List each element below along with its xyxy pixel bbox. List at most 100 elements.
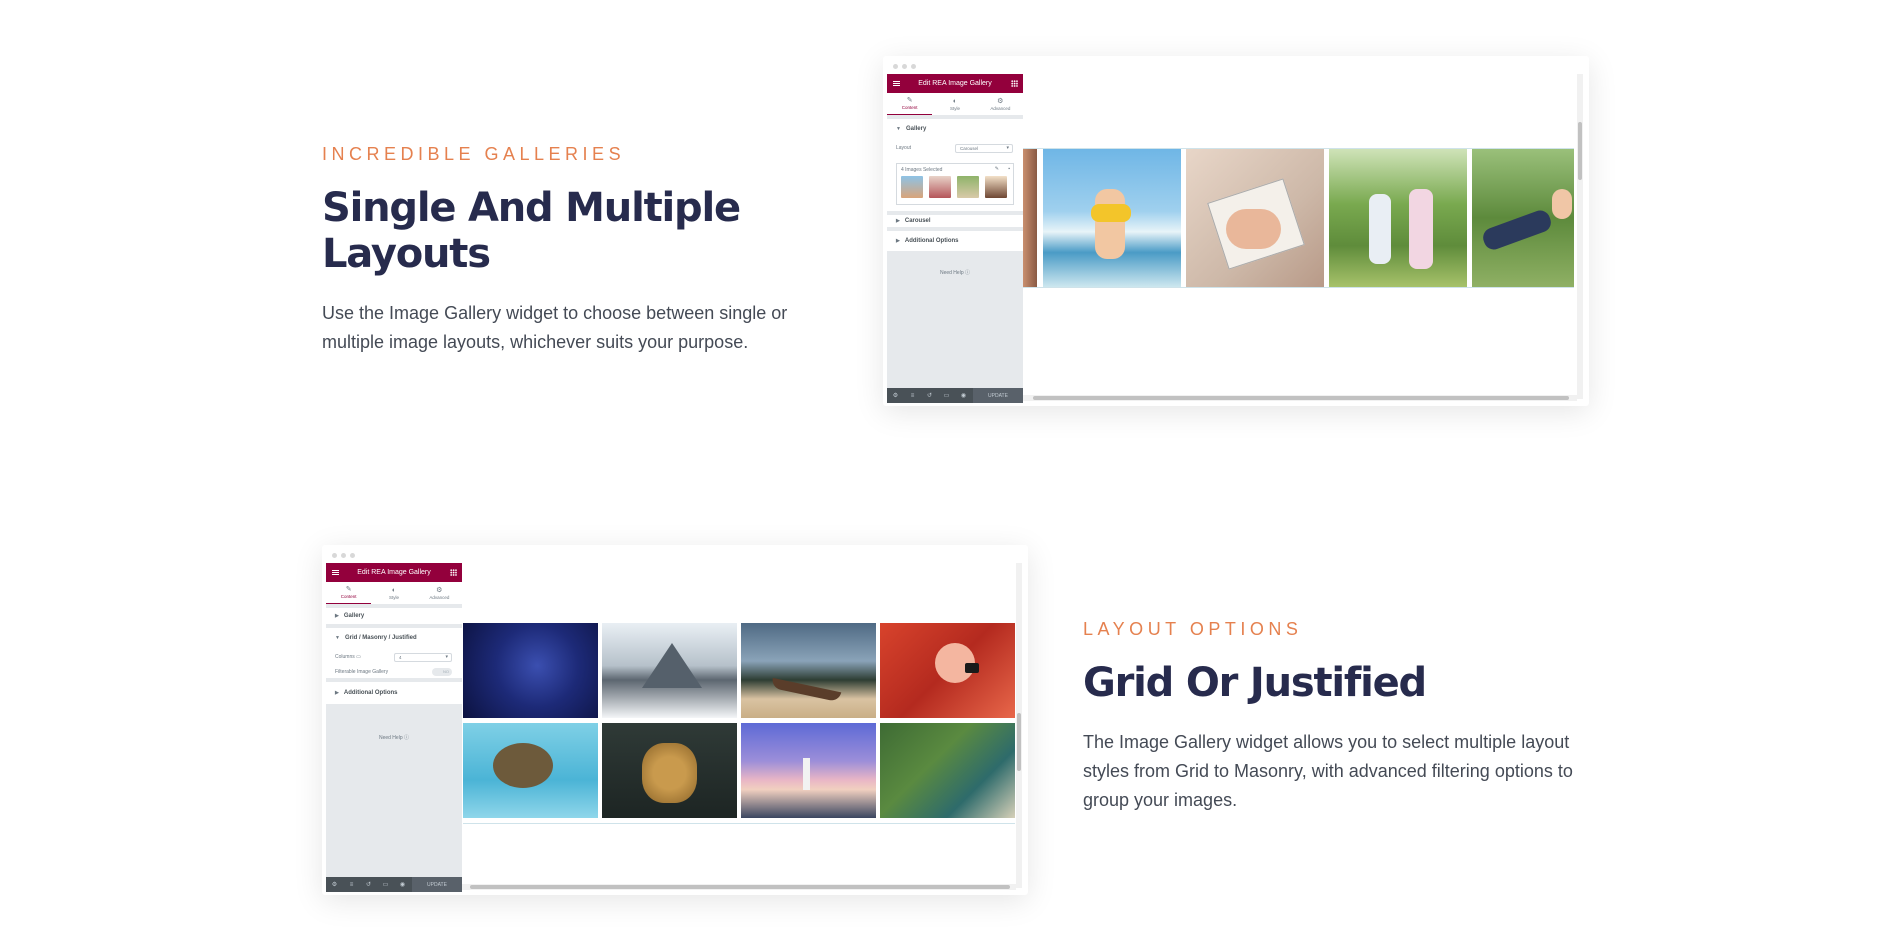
editor-screenshot-carousel: Edit REA Image Gallery ✎ Content ◐ Style ⚙… xyxy=(883,56,1589,406)
panel-footer: ⚙ ≡ ↺ ▭ ◉ UPDATE xyxy=(887,388,1023,403)
update-button[interactable]: UPDATE xyxy=(973,388,1023,403)
canvas-guide xyxy=(1023,287,1574,288)
section-grid-masonry[interactable]: ▼ Grid / Masonry / Justified xyxy=(326,628,462,648)
thumbnail[interactable] xyxy=(929,176,951,198)
image-selector[interactable]: 4 Images Selected ✎ ▪ xyxy=(896,163,1014,205)
section-eyebrow: INCREDIBLE GALLERIES xyxy=(322,144,626,164)
caret-right-icon: ▶ xyxy=(896,238,900,244)
editor-panel: Edit REA Image Gallery ✎ Content ◐ Style ⚙… xyxy=(326,563,462,892)
tab-style[interactable]: ◐ Style xyxy=(371,582,416,604)
section-single-multiple: INCREDIBLE GALLERIES Single And Multiple… xyxy=(322,144,842,357)
carousel-image-drawing[interactable] xyxy=(1186,149,1324,287)
settings-icon[interactable]: ⚙ xyxy=(887,392,904,399)
columns-label: Columns ▭ xyxy=(335,654,361,660)
monitor-icon: ▭ xyxy=(356,654,361,660)
window-dots xyxy=(893,64,916,69)
carousel-image-swing[interactable] xyxy=(1472,149,1574,287)
tab-style[interactable]: ◐ Style xyxy=(932,93,977,115)
help-circle-icon: ⓘ xyxy=(404,735,410,741)
grid-image-mountain[interactable] xyxy=(602,623,737,718)
history-icon[interactable]: ↺ xyxy=(360,881,377,888)
columns-select[interactable]: 4 xyxy=(394,652,452,662)
horizontal-scrollbar[interactable] xyxy=(462,884,1016,890)
filterable-toggle[interactable]: NO xyxy=(432,668,452,676)
help-circle-icon: ⓘ xyxy=(965,270,971,276)
grid-image-portrait[interactable] xyxy=(463,623,598,718)
editor-panel: Edit REA Image Gallery ✎ Content ◐ Style ⚙… xyxy=(887,74,1023,403)
grid-image-turtle[interactable] xyxy=(463,723,598,818)
settings-icon[interactable]: ⚙ xyxy=(326,881,343,888)
grid-image-leopard[interactable] xyxy=(602,723,737,818)
section-eyebrow: LAYOUT OPTIONS xyxy=(1083,619,1303,639)
update-button[interactable]: UPDATE xyxy=(412,877,462,892)
panel-title: Edit REA Image Gallery xyxy=(918,80,992,87)
responsive-icon[interactable]: ▭ xyxy=(377,881,394,888)
filterable-row: Filterable Image Gallery NO xyxy=(326,666,462,682)
image-thumbnails xyxy=(897,176,1013,198)
panel-title: Edit REA Image Gallery xyxy=(357,569,431,576)
layout-row: Layout Carousel xyxy=(887,139,1023,157)
panel-body: ▼Gallery Layout Carousel 4 Images Select… xyxy=(887,115,1023,251)
horizontal-scrollbar[interactable] xyxy=(1023,395,1577,401)
thumbnail[interactable] xyxy=(985,176,1007,198)
layout-select[interactable]: Carousel xyxy=(955,143,1013,153)
section-heading: Single And Multiple Layouts xyxy=(322,185,741,277)
thumbnail[interactable] xyxy=(957,176,979,198)
panel-header: Edit REA Image Gallery xyxy=(887,74,1023,93)
section-carousel[interactable]: ▶ Carousel xyxy=(887,211,1023,231)
caret-right-icon: ▶ xyxy=(896,218,900,224)
pencil-icon: ✎ xyxy=(345,586,352,593)
menu-icon[interactable] xyxy=(332,570,339,575)
tab-content[interactable]: ✎ Content xyxy=(887,93,933,115)
contrast-icon: ◐ xyxy=(952,97,958,105)
grid-image-coast[interactable] xyxy=(880,723,1015,818)
panel-tabs: ✎ Content ◐ Style ⚙ Advanced xyxy=(887,93,1023,115)
panel-footer: ⚙ ≡ ↺ ▭ ◉ UPDATE xyxy=(326,877,462,892)
menu-icon[interactable] xyxy=(893,81,900,86)
caret-right-icon: ▶ xyxy=(335,613,339,619)
tab-content[interactable]: ✎ Content xyxy=(326,582,372,604)
filterable-label: Filterable Image Gallery xyxy=(335,669,389,675)
section-gallery[interactable]: ▶ Gallery xyxy=(326,608,462,628)
responsive-icon[interactable]: ▭ xyxy=(938,392,955,399)
section-additional-options[interactable]: ▶ Additional Options xyxy=(887,231,1023,251)
pencil-icon: ✎ xyxy=(906,97,913,104)
grid-image-lighthouse[interactable] xyxy=(741,723,876,818)
grid-image-flamingo[interactable] xyxy=(880,623,1015,718)
need-help-link[interactable]: Need Help ⓘ xyxy=(326,734,462,741)
section-heading: Grid Or Justified xyxy=(1083,660,1427,706)
carousel-image-partial[interactable] xyxy=(1023,149,1037,287)
preview-icon[interactable]: ◉ xyxy=(955,392,972,399)
editor-screenshot-grid: Edit REA Image Gallery ✎ Content ◐ Style ⚙… xyxy=(322,545,1028,895)
caret-right-icon: ▶ xyxy=(335,690,339,696)
caret-down-icon: ▼ xyxy=(335,635,340,641)
carousel-image-child-beach[interactable] xyxy=(1043,149,1181,287)
vertical-scrollbar[interactable] xyxy=(1016,563,1022,888)
tab-advanced[interactable]: ⚙ Advanced xyxy=(978,93,1023,115)
carousel-image-kids-park[interactable] xyxy=(1329,149,1467,287)
edit-icon[interactable]: ✎ xyxy=(995,166,999,172)
panel-body: ▶ Gallery ▼ Grid / Masonry / Justified Col… xyxy=(326,604,462,704)
gear-icon: ⚙ xyxy=(997,97,1004,105)
navigator-icon[interactable]: ≡ xyxy=(343,882,360,888)
window-dots xyxy=(332,553,355,558)
contrast-icon: ◐ xyxy=(391,586,397,594)
gear-icon: ⚙ xyxy=(436,586,443,594)
columns-row: Columns ▭ 4 xyxy=(326,648,462,666)
section-gallery[interactable]: ▼ Gallery xyxy=(887,119,1023,139)
history-icon[interactable]: ↺ xyxy=(921,392,938,399)
trash-icon[interactable]: ▪ xyxy=(1008,166,1010,172)
vertical-scrollbar[interactable] xyxy=(1577,74,1583,399)
caret-down-icon: ▼ xyxy=(896,126,901,132)
layout-label: Layout xyxy=(896,145,912,151)
navigator-icon[interactable]: ≡ xyxy=(904,393,921,399)
section-additional-options[interactable]: ▶ Additional Options xyxy=(326,682,462,704)
widgets-grid-icon[interactable] xyxy=(450,569,457,576)
thumbnail[interactable] xyxy=(901,176,923,198)
need-help-link[interactable]: Need Help ⓘ xyxy=(887,269,1023,276)
panel-tabs: ✎ Content ◐ Style ⚙ Advanced xyxy=(326,582,462,604)
widgets-grid-icon[interactable] xyxy=(1011,80,1018,87)
grid-image-boat[interactable] xyxy=(741,623,876,718)
tab-advanced[interactable]: ⚙ Advanced xyxy=(417,582,462,604)
preview-icon[interactable]: ◉ xyxy=(394,881,411,888)
